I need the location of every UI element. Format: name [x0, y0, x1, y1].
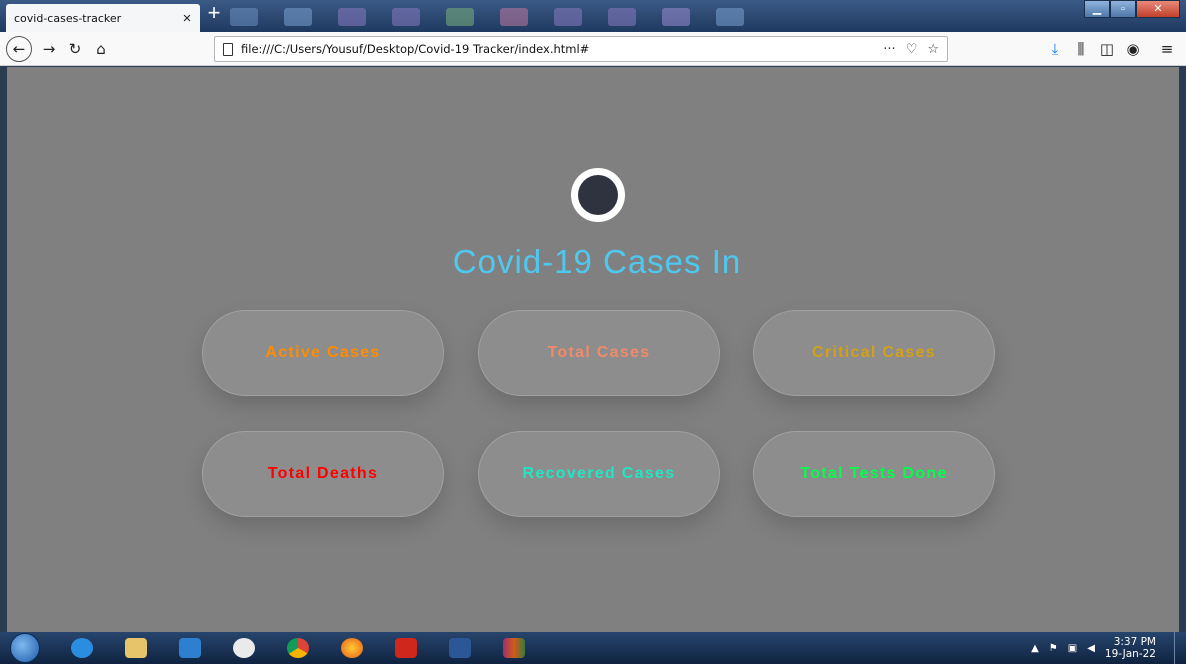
windows-taskbar: ▲ ⚑ ▣ ◀ 3:37 PM 19-Jan-22: [0, 632, 1186, 664]
show-hidden-icons-icon[interactable]: ▲: [1031, 643, 1039, 654]
acrobat-icon[interactable]: [386, 634, 426, 662]
firefox-icon[interactable]: [332, 634, 372, 662]
card-label: Total Tests Done: [800, 465, 948, 482]
total-cases-card[interactable]: Total Cases: [478, 310, 720, 396]
blurred-thumbnail-icon: [446, 8, 474, 26]
volume-muted-icon[interactable]: ◀: [1087, 643, 1095, 654]
hamburger-menu-icon[interactable]: ≡: [1156, 38, 1178, 60]
winrar-icon[interactable]: [494, 634, 534, 662]
action-center-flag-icon[interactable]: ⚑: [1049, 643, 1058, 654]
file-explorer-icon[interactable]: [116, 634, 156, 662]
page-title: Covid-19 Cases In: [452, 243, 742, 280]
card-label: Total Deaths: [267, 465, 379, 482]
bookmark-star-icon[interactable]: ☆: [927, 42, 939, 57]
blurred-thumbnail-icon: [338, 8, 366, 26]
card-label: Critical Cases: [811, 344, 937, 361]
show-desktop-button[interactable]: [1174, 632, 1186, 664]
card-label: Recovered Cases: [522, 465, 676, 482]
tab-close-button[interactable]: ×: [180, 10, 194, 27]
blurred-thumbnail-icon: [230, 8, 258, 26]
account-icon[interactable]: ◉: [1122, 38, 1144, 60]
tab-title: covid-cases-tracker: [14, 11, 122, 25]
download-icon[interactable]: ⤓: [1044, 38, 1066, 60]
logo-dot: [578, 175, 618, 215]
clock-time: 3:37 PM: [1113, 636, 1156, 648]
maximize-button[interactable]: ▫: [1110, 0, 1136, 18]
page-icon: [223, 42, 233, 56]
reload-icon[interactable]: ↻: [64, 38, 86, 60]
blurred-thumbnail-icon: [608, 8, 636, 26]
total-tests-done-card[interactable]: Total Tests Done: [753, 431, 995, 517]
pocket-icon[interactable]: ♡: [906, 42, 918, 57]
clock[interactable]: 3:37 PM 19-Jan-22: [1105, 636, 1156, 660]
blurred-thumbnail-icon: [554, 8, 582, 26]
home-icon[interactable]: ⌂: [90, 38, 112, 60]
logo-icon: [571, 168, 625, 222]
active-cases-card[interactable]: Active Cases: [202, 310, 444, 396]
system-tray: ▲ ⚑ ▣ ◀ 3:37 PM 19-Jan-22: [1031, 632, 1156, 664]
blurred-thumbnail-icon: [392, 8, 420, 26]
browser-tab-strip: covid-cases-tracker × + ▁ ▫ ✕: [0, 0, 1186, 32]
network-icon[interactable]: ▣: [1068, 643, 1077, 654]
forward-arrow-icon[interactable]: →: [38, 38, 60, 60]
recovered-cases-card[interactable]: Recovered Cases: [478, 431, 720, 517]
card-label: Total Cases: [547, 344, 651, 361]
inkscape-icon[interactable]: [224, 634, 264, 662]
card-label: Active Cases: [265, 344, 381, 361]
clock-date: 19-Jan-22: [1104, 648, 1156, 660]
internet-explorer-icon[interactable]: [62, 634, 102, 662]
sidebar-icon[interactable]: ◫: [1096, 38, 1118, 60]
blurred-thumbnail-icon: [500, 8, 528, 26]
word-icon[interactable]: [440, 634, 480, 662]
close-window-button[interactable]: ✕: [1136, 0, 1180, 18]
taskbar-thumbnails: [230, 8, 744, 26]
media-player-icon[interactable]: [170, 634, 210, 662]
window-controls: ▁ ▫ ✕: [1084, 0, 1180, 18]
critical-cases-card[interactable]: Critical Cases: [753, 310, 995, 396]
back-arrow-icon[interactable]: ←: [6, 36, 32, 62]
navigation-bar: ← → ↻ ⌂ file:///C:/Users/Yousuf/Desktop/…: [0, 32, 1186, 66]
blurred-thumbnail-icon: [716, 8, 744, 26]
minimize-button[interactable]: ▁: [1084, 0, 1110, 18]
url-text[interactable]: file:///C:/Users/Yousuf/Desktop/Covid-19…: [241, 42, 883, 56]
chrome-icon[interactable]: [278, 634, 318, 662]
new-tab-button[interactable]: +: [205, 2, 223, 26]
start-button-icon[interactable]: [10, 633, 40, 663]
library-icon[interactable]: ⫼: [1070, 38, 1092, 60]
page-content: Covid-19 Cases In Active Cases Total Cas…: [7, 67, 1179, 632]
page-actions-menu-icon[interactable]: ···: [883, 42, 895, 57]
total-deaths-card[interactable]: Total Deaths: [202, 431, 444, 517]
url-bar[interactable]: file:///C:/Users/Yousuf/Desktop/Covid-19…: [214, 36, 948, 62]
browser-tab[interactable]: covid-cases-tracker ×: [6, 4, 200, 32]
blurred-thumbnail-icon: [662, 8, 690, 26]
blurred-thumbnail-icon: [284, 8, 312, 26]
